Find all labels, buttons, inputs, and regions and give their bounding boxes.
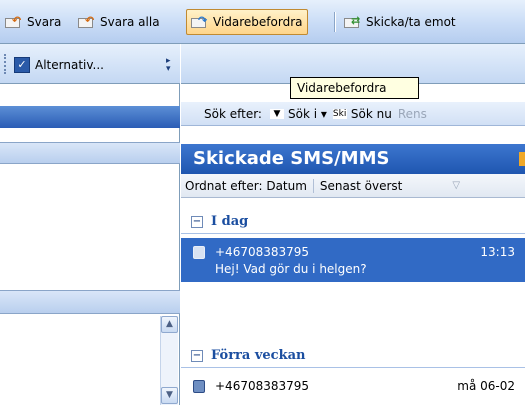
options-label: Alternativ... [35,58,104,72]
folder-title-bar: Skickade SMS/MMS [181,144,525,174]
look-for-label: Sök efter: [204,106,262,121]
reply-label: Svara [27,15,62,29]
mobile-phone-icon [193,380,205,393]
toolbar-grip[interactable] [4,54,6,74]
send-receive-label: Skicka/ta emot [366,15,456,29]
arrange-by-button[interactable]: Ordnat efter: Datum [181,178,314,193]
navigation-pane-section-header[interactable] [0,142,180,164]
main-toolbar: ↶ Svara ↶ Svara alla ↷ Vidarebefordra ⇄ … [0,0,525,44]
forward-tooltip: Vidarebefordra [290,77,419,99]
scroll-up-icon[interactable]: ▲ [161,316,178,333]
search-scope-box[interactable]: Ski [332,108,347,119]
send-receive-button[interactable]: ⇄ Skicka/ta emot [340,9,460,35]
sort-order-button[interactable]: Senast överst [314,179,402,193]
group-header-last-week[interactable]: − Förra veckan [181,344,525,368]
clear-button[interactable]: Rens [398,107,427,121]
folder-title-corner-icon [519,152,525,166]
mobile-phone-icon [193,246,205,259]
message-preview: Hej! Vad gör du i helgen? [215,262,367,276]
toolbar-overflow-chevron-icon[interactable]: ▸ ▾ [166,57,176,74]
folder-title: Skickade SMS/MMS [193,148,390,169]
search-in-button[interactable]: Sök i ▾ [288,107,327,121]
group-header-today[interactable]: − I dag [181,210,525,234]
options-check-icon: ✓ [14,57,30,73]
group-label: Förra veckan [211,348,306,363]
look-for-dropdown-icon[interactable]: ▼ [269,108,284,119]
collapse-icon[interactable]: − [191,215,203,228]
message-row[interactable]: +46708383795 13:13 Hej! Vad gör du i hel… [181,238,525,282]
message-sender: +46708383795 [215,245,310,259]
navigation-pane-header [0,106,180,128]
toolbar-separator [334,12,335,32]
reply-all-icon: ↶ [78,15,96,29]
forward-button[interactable]: ↷ Vidarebefordra [186,9,308,35]
send-receive-icon: ⇄ [344,15,362,29]
search-in-label: Sök i [287,106,318,121]
reply-all-label: Svara alla [100,15,160,29]
arrange-bar: Ordnat efter: Datum Senast överst ▽ [181,174,525,198]
options-toolbar: ✓ Alternativ... ▸ ▾ [0,44,180,84]
navigation-pane-folder-header[interactable] [0,290,180,314]
reply-icon: ↶ [5,15,23,29]
message-time: må 06-02 [457,379,515,393]
navigation-scrollbar[interactable]: ▲ ▼ [160,316,178,405]
options-button[interactable]: ✓ Alternativ... [14,54,104,76]
forward-label: Vidarebefordra [213,15,303,29]
forward-icon: ↷ [191,15,209,29]
search-bar: Sök efter: ▼ Sök i ▾ Ski Sök nu Rens [181,102,525,126]
message-row[interactable]: +46708383795 må 06-02 [181,372,525,405]
group-label: I dag [211,214,249,229]
reply-all-button[interactable]: ↶ Svara alla [74,9,164,35]
filter-icon[interactable]: ▽ [452,180,460,191]
reply-button[interactable]: ↶ Svara [1,9,65,35]
navigation-pane: ▲ ▼ [0,84,180,405]
find-now-button[interactable]: Sök nu [351,107,392,121]
scroll-down-icon[interactable]: ▼ [161,387,178,404]
collapse-icon[interactable]: − [191,349,203,362]
message-sender: +46708383795 [215,379,310,393]
message-time: 13:13 [480,245,515,259]
